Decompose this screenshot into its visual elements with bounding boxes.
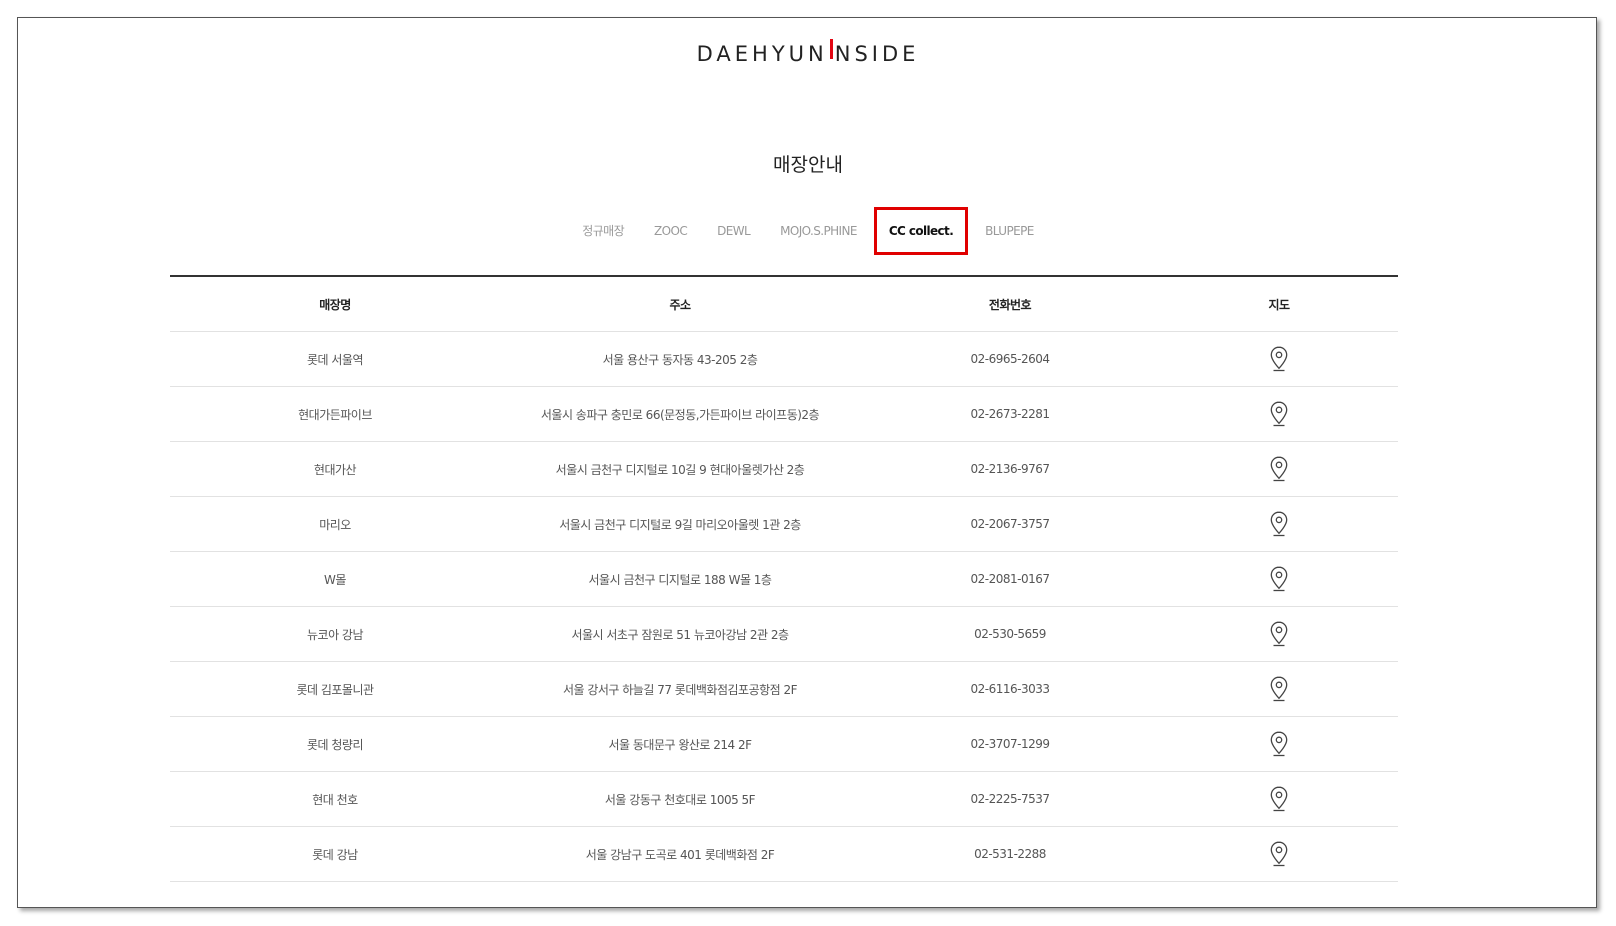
tab-regular-store[interactable]: 정규매장 — [582, 220, 624, 242]
store-address: 서울 강서구 하늘길 77 롯데백화점김포공항점 2F — [562, 682, 798, 697]
store-name: 마리오 — [319, 517, 351, 532]
store-phone: 02-531-2288 — [974, 847, 1046, 861]
store-address: 서울 강남구 도곡로 401 롯데백화점 2F — [585, 847, 775, 862]
header-map: 지도 — [1268, 297, 1290, 312]
store-address: 서울시 송파구 충민로 66(문정동,가든파이브 라이프동)2층 — [540, 407, 820, 422]
store-name: 롯데 김포몰니관 — [296, 682, 374, 697]
store-name: 롯데 강남 — [312, 847, 358, 862]
map-pin-icon[interactable] — [1270, 566, 1288, 592]
table-row: 현대 천호 서울 강동구 천호대로 1005 5F 02-2225-7537 — [170, 772, 1398, 827]
store-phone: 02-6965-2604 — [970, 352, 1050, 366]
tab-blupepe[interactable]: BLUPEPE — [985, 220, 1034, 242]
map-cell — [1160, 621, 1398, 647]
store-phone: 02-2067-3757 — [970, 517, 1050, 531]
map-pin-icon[interactable] — [1270, 676, 1288, 702]
header-store-name: 매장명 — [319, 297, 351, 312]
brand-logo-accent-bar — [829, 39, 833, 59]
store-phone: 02-2136-9767 — [970, 462, 1050, 476]
store-phone: 02-2225-7537 — [970, 792, 1050, 806]
tab-mojosphine[interactable]: MOJO.S.PHINE — [780, 220, 857, 242]
store-name: 뉴코아 강남 — [306, 627, 364, 642]
store-name: 현대가산 — [313, 462, 357, 477]
store-address: 서울시 금천구 디지털로 9길 마리오아울렛 1관 2층 — [559, 517, 801, 532]
store-phone: 02-530-5659 — [974, 627, 1046, 641]
map-cell — [1160, 841, 1398, 867]
store-address: 서울시 금천구 디지털로 10길 9 현대아울렛가산 2층 — [555, 462, 805, 477]
map-pin-icon[interactable] — [1270, 731, 1288, 757]
header-address: 주소 — [669, 297, 691, 312]
map-pin-icon[interactable] — [1270, 621, 1288, 647]
store-address: 서울시 서초구 잠원로 51 뉴코아강남 2관 2층 — [571, 627, 789, 642]
store-phone: 02-6116-3033 — [970, 682, 1050, 696]
brand-logo[interactable]: DAEHYUN NSIDE — [0, 39, 1616, 66]
map-pin-icon[interactable] — [1270, 401, 1288, 427]
table-row: 마리오 서울시 금천구 디지털로 9길 마리오아울렛 1관 2층 02-2067… — [170, 497, 1398, 552]
table-row: 롯데 청량리 서울 동대문구 왕산로 214 2F 02-3707-1299 — [170, 717, 1398, 772]
tab-dewl[interactable]: DEWL — [717, 220, 751, 242]
store-address: 서울시 금천구 디지털로 188 W몰 1층 — [588, 572, 772, 587]
store-address: 서울 동대문구 왕산로 214 2F — [608, 737, 752, 752]
map-cell — [1160, 676, 1398, 702]
store-address: 서울 용산구 동자동 43-205 2층 — [602, 352, 758, 367]
store-name: 현대 천호 — [312, 792, 358, 807]
tab-cc-collect[interactable]: CC collect. — [873, 207, 969, 255]
store-name: W몰 — [324, 572, 346, 587]
store-phone: 02-2081-0167 — [970, 572, 1050, 586]
table-row: 현대가산 서울시 금천구 디지털로 10길 9 현대아울렛가산 2층 02-21… — [170, 442, 1398, 497]
store-phone: 02-3707-1299 — [970, 737, 1050, 751]
map-pin-icon[interactable] — [1270, 841, 1288, 867]
brand-tabs: 정규매장 ZOOC DEWL MOJO.S.PHINE CC collect. … — [0, 207, 1616, 255]
store-name: 롯데 서울역 — [306, 352, 364, 367]
table-header-row: 매장명 주소 전화번호 지도 — [170, 277, 1398, 332]
map-pin-icon[interactable] — [1270, 346, 1288, 372]
table-row: 현대가든파이브 서울시 송파구 충민로 66(문정동,가든파이브 라이프동)2층… — [170, 387, 1398, 442]
brand-logo-right: NSIDE — [834, 42, 920, 66]
map-cell — [1160, 566, 1398, 592]
map-cell — [1160, 456, 1398, 482]
tab-zooc[interactable]: ZOOC — [654, 220, 688, 242]
map-cell — [1160, 786, 1398, 812]
table-row: 롯데 강남 서울 강남구 도곡로 401 롯데백화점 2F 02-531-228… — [170, 827, 1398, 882]
table-row: 롯데 김포몰니관 서울 강서구 하늘길 77 롯데백화점김포공항점 2F 02-… — [170, 662, 1398, 717]
store-name: 현대가든파이브 — [298, 407, 372, 422]
map-cell — [1160, 401, 1398, 427]
map-cell — [1160, 511, 1398, 537]
map-pin-icon[interactable] — [1270, 786, 1288, 812]
map-cell — [1160, 346, 1398, 372]
table-body: 롯데 서울역 서울 용산구 동자동 43-205 2층 02-6965-2604… — [170, 332, 1398, 882]
table-row: 뉴코아 강남 서울시 서초구 잠원로 51 뉴코아강남 2관 2층 02-530… — [170, 607, 1398, 662]
header-phone: 전화번호 — [988, 297, 1032, 312]
map-pin-icon[interactable] — [1270, 511, 1288, 537]
store-name: 롯데 청량리 — [306, 737, 364, 752]
map-pin-icon[interactable] — [1270, 456, 1288, 482]
brand-logo-left: DAEHYUN — [696, 42, 828, 66]
store-address: 서울 강동구 천호대로 1005 5F — [604, 792, 756, 807]
store-phone: 02-2673-2281 — [970, 407, 1050, 421]
table-row: W몰 서울시 금천구 디지털로 188 W몰 1층 02-2081-0167 — [170, 552, 1398, 607]
map-cell — [1160, 731, 1398, 757]
page-title: 매장안내 — [773, 154, 843, 176]
store-table: 매장명 주소 전화번호 지도 롯데 서울역 서울 용산구 동자동 43-205 … — [170, 275, 1398, 882]
table-row: 롯데 서울역 서울 용산구 동자동 43-205 2층 02-6965-2604 — [170, 332, 1398, 387]
